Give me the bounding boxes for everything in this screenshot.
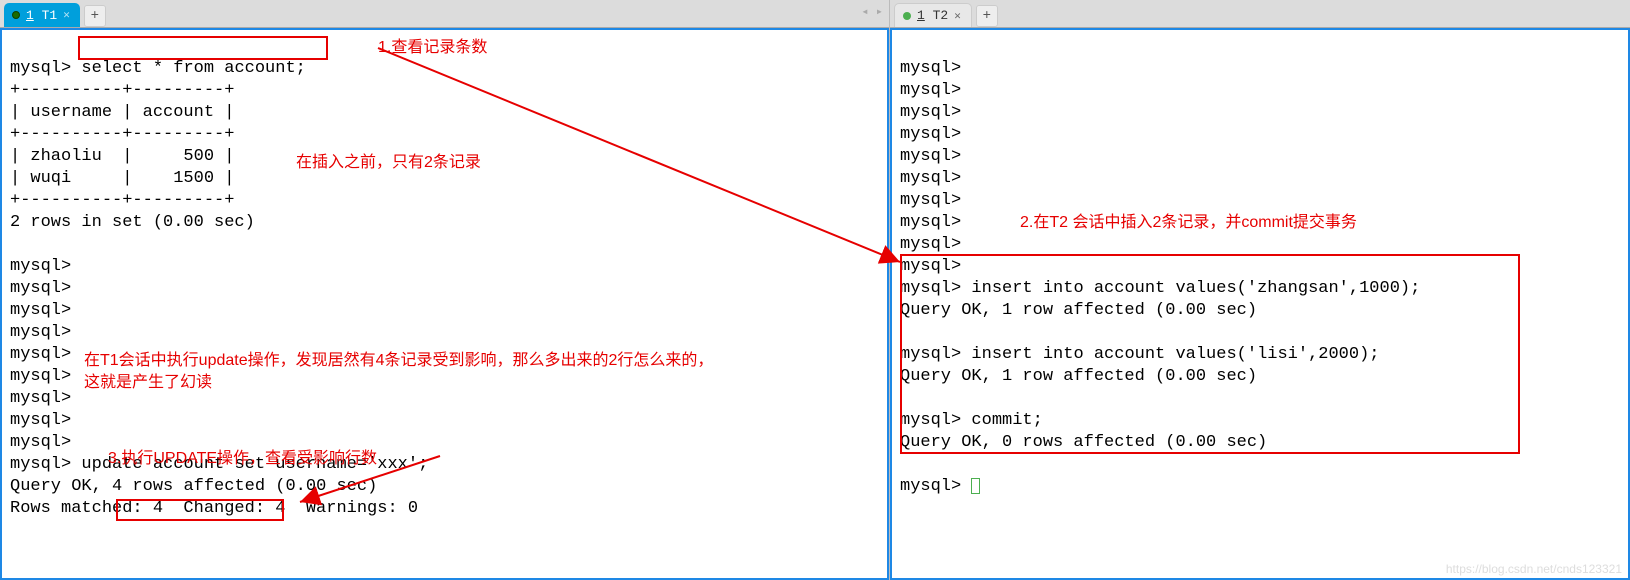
sql-commit: commit; bbox=[971, 411, 1042, 430]
prompt: mysql> bbox=[10, 323, 71, 342]
prompt: mysql> bbox=[10, 389, 71, 408]
new-tab-button[interactable]: + bbox=[84, 5, 106, 27]
table-row: | wuqi | 1500 | bbox=[10, 169, 234, 188]
query-ok: Query OK, 0 rows affected (0.00 sec) bbox=[900, 433, 1267, 452]
rows-affected: 4 rows affected bbox=[112, 477, 265, 496]
query-ok: Query OK, 1 row affected (0.00 sec) bbox=[900, 301, 1257, 320]
prompt: mysql> bbox=[900, 345, 961, 364]
prompt: mysql> bbox=[10, 301, 71, 320]
sql-insert: insert into account values('zhangsan',10… bbox=[971, 279, 1420, 298]
prompt: mysql> bbox=[10, 455, 71, 474]
tab-t1[interactable]: 1 T1 ✕ bbox=[4, 3, 80, 27]
right-tabbar: 1 T2 ✕ + bbox=[890, 0, 1630, 28]
cursor-icon bbox=[971, 478, 980, 494]
prompt: mysql> bbox=[900, 257, 961, 276]
result-count: 2 rows in set (0.00 sec) bbox=[10, 213, 255, 232]
status-dot-icon bbox=[903, 12, 911, 20]
query-ok: Query OK, bbox=[10, 477, 112, 496]
tab-label: 1 T2 bbox=[917, 8, 948, 23]
left-terminal[interactable]: mysql> select * from account; +---------… bbox=[0, 28, 889, 580]
prompt: mysql> bbox=[10, 367, 71, 386]
nav-arrows-icon[interactable]: ◂ ▸ bbox=[861, 4, 883, 19]
sql-update: update account set username='xxx'; bbox=[81, 455, 428, 474]
rows-matched: Rows matched: 4 Changed: 4 Warnings: 0 bbox=[10, 499, 418, 518]
close-icon[interactable]: ✕ bbox=[63, 8, 70, 22]
table-row: | zhaoliu | 500 | bbox=[10, 147, 234, 166]
prompt: mysql> bbox=[900, 59, 961, 78]
status-dot-icon bbox=[12, 11, 20, 19]
prompt: mysql> bbox=[900, 235, 961, 254]
prompt: mysql> bbox=[10, 433, 71, 452]
prompt: mysql> bbox=[900, 169, 961, 188]
table-border: +----------+---------+ bbox=[10, 191, 234, 210]
prompt: mysql> bbox=[900, 191, 961, 210]
prompt: mysql> bbox=[900, 81, 961, 100]
table-border: +----------+---------+ bbox=[10, 125, 234, 144]
tab-label: 1 T1 bbox=[26, 8, 57, 23]
left-pane: 1 T1 ✕ + ◂ ▸ mysql> select * from accoun… bbox=[0, 0, 890, 580]
left-tabbar: 1 T1 ✕ + ◂ ▸ bbox=[0, 0, 889, 28]
prompt: mysql> bbox=[10, 411, 71, 430]
prompt: mysql> bbox=[900, 213, 961, 232]
prompt: mysql> bbox=[900, 147, 961, 166]
close-icon[interactable]: ✕ bbox=[954, 9, 961, 23]
right-pane: 1 T2 ✕ + mysql> mysql> mysql> mysql> mys… bbox=[890, 0, 1630, 580]
watermark: https://blog.csdn.net/cnds123321 bbox=[1446, 562, 1622, 576]
query-time: (0.00 sec) bbox=[265, 477, 377, 496]
new-tab-button[interactable]: + bbox=[976, 5, 998, 27]
query-ok: Query OK, 1 row affected (0.00 sec) bbox=[900, 367, 1257, 386]
prompt: mysql> bbox=[10, 59, 71, 78]
prompt: mysql> bbox=[10, 257, 71, 276]
right-terminal[interactable]: mysql> mysql> mysql> mysql> mysql> mysql… bbox=[890, 28, 1630, 580]
prompt: mysql> bbox=[900, 477, 961, 496]
table-header: | username | account | bbox=[10, 103, 234, 122]
tab-t2[interactable]: 1 T2 ✕ bbox=[894, 3, 972, 27]
prompt: mysql> bbox=[900, 411, 961, 430]
prompt: mysql> bbox=[10, 345, 71, 364]
sql-select: select * from account; bbox=[81, 59, 305, 78]
prompt: mysql> bbox=[900, 103, 961, 122]
table-border: +----------+---------+ bbox=[10, 81, 234, 100]
prompt: mysql> bbox=[900, 279, 961, 298]
prompt: mysql> bbox=[900, 125, 961, 144]
sql-insert: insert into account values('lisi',2000); bbox=[971, 345, 1379, 364]
prompt: mysql> bbox=[10, 279, 71, 298]
